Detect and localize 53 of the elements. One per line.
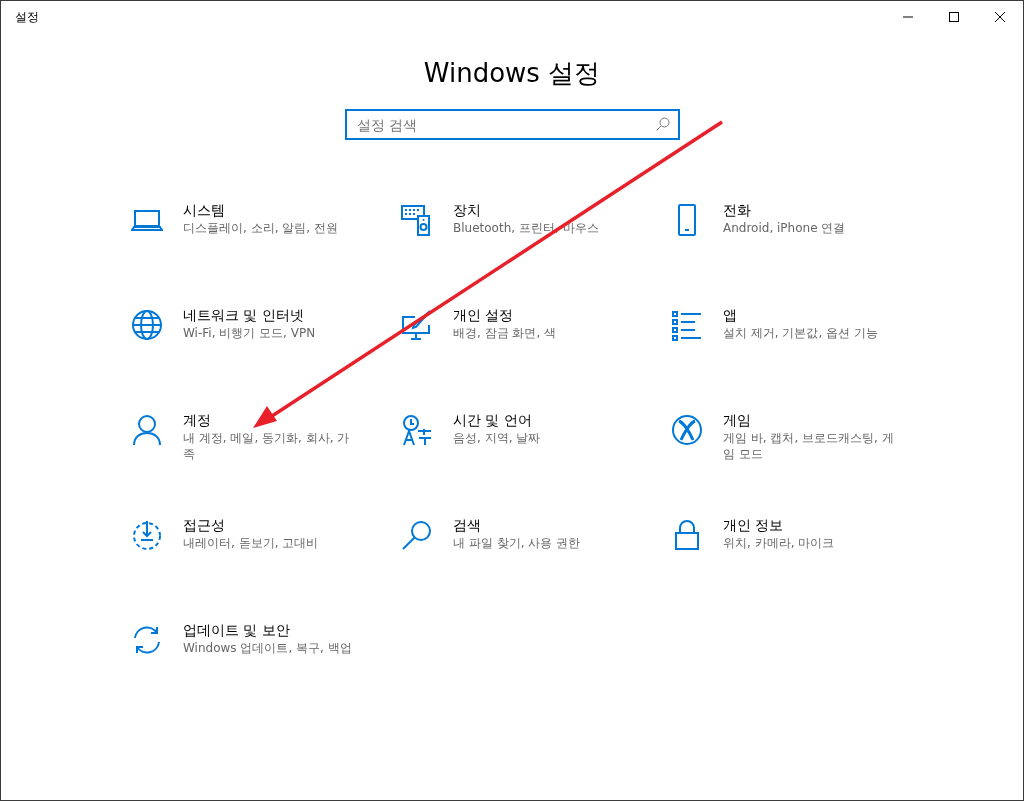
category-title: 시스템: [183, 201, 226, 220]
globe-icon: [131, 309, 163, 341]
close-icon: [995, 12, 1005, 22]
category-title: 시간 및 언어: [453, 411, 533, 430]
category-title: 앱: [723, 306, 738, 325]
list-icon: [671, 309, 703, 341]
settings-category[interactable]: 네트워크 및 인터넷 Wi-Fi, 비행기 모드, VPN: [131, 309, 401, 414]
category-title: 접근성: [183, 516, 226, 535]
settings-category[interactable]: 시간 및 언어 음성, 지역, 날짜: [401, 414, 671, 519]
category-title: 업데이트 및 보안: [183, 621, 291, 640]
category-description: 배경, 잠금 화면, 색: [453, 325, 558, 341]
category-description: 디스플레이, 소리, 알림, 전원: [183, 220, 339, 236]
category-description: 내레이터, 돋보기, 고대비: [183, 535, 320, 551]
settings-category[interactable]: 개인 설정 배경, 잠금 화면, 색: [401, 309, 671, 414]
category-title: 장치: [453, 201, 482, 220]
category-title: 게임: [723, 411, 752, 430]
accessibility-icon: [131, 519, 163, 551]
user-icon: [131, 414, 163, 446]
category-title: 개인 정보: [723, 516, 785, 535]
refresh-icon: [131, 624, 163, 656]
settings-category[interactable]: 접근성 내레이터, 돋보기, 고대비: [131, 519, 401, 624]
category-title: 개인 설정: [453, 306, 515, 325]
monitor-brush-icon: [401, 309, 433, 341]
category-description: Wi-Fi, 비행기 모드, VPN: [183, 325, 317, 341]
category-title: 네트워크 및 인터넷: [183, 306, 305, 325]
search-field[interactable]: 설정 검색: [344, 109, 680, 140]
category-description: 위치, 카메라, 마이크: [723, 535, 836, 551]
search-icon: [655, 117, 670, 131]
settings-category[interactable]: 계정 내 계정, 메일, 동기화, 회사, 가족: [131, 414, 401, 519]
page-title: Windows 설정: [423, 57, 601, 90]
clock-letters-icon: [401, 414, 433, 446]
window-title: 설정: [14, 9, 39, 26]
settings-category[interactable]: 게임 게임 바, 캡처, 브로드캐스팅, 게임 모드: [671, 414, 941, 519]
category-description: 음성, 지역, 날짜: [453, 430, 542, 446]
settings-category[interactable]: 업데이트 및 보안 Windows 업데이트, 복구, 백업: [131, 624, 401, 729]
category-description: Windows 업데이트, 복구, 백업: [183, 640, 353, 656]
category-title: 계정: [183, 411, 212, 430]
settings-category[interactable]: 전화 Android, iPhone 연결: [671, 204, 941, 309]
settings-category[interactable]: 시스템 디스플레이, 소리, 알림, 전원: [131, 204, 401, 309]
settings-category[interactable]: 앱 설치 제거, 기본값, 옵션 기능: [671, 309, 941, 414]
settings-category[interactable]: 검색 내 파일 찾기, 사용 권한: [401, 519, 671, 624]
category-title: 전화: [723, 201, 752, 220]
search-icon: [401, 519, 433, 551]
keyboard-speaker-icon: [401, 204, 433, 236]
xbox-icon: [671, 414, 703, 446]
category-description: Android, iPhone 연결: [723, 220, 847, 236]
category-description: 내 계정, 메일, 동기화, 회사, 가족: [183, 430, 351, 462]
category-description: 내 파일 찾기, 사용 권한: [453, 535, 582, 551]
category-title: 검색: [453, 516, 482, 535]
maximize-icon: [949, 12, 959, 22]
category-description: 게임 바, 캡처, 브로드캐스팅, 게임 모드: [723, 430, 895, 462]
settings-category[interactable]: 개인 정보 위치, 카메라, 마이크: [671, 519, 941, 624]
category-description: 설치 제거, 기본값, 옵션 기능: [723, 325, 879, 341]
